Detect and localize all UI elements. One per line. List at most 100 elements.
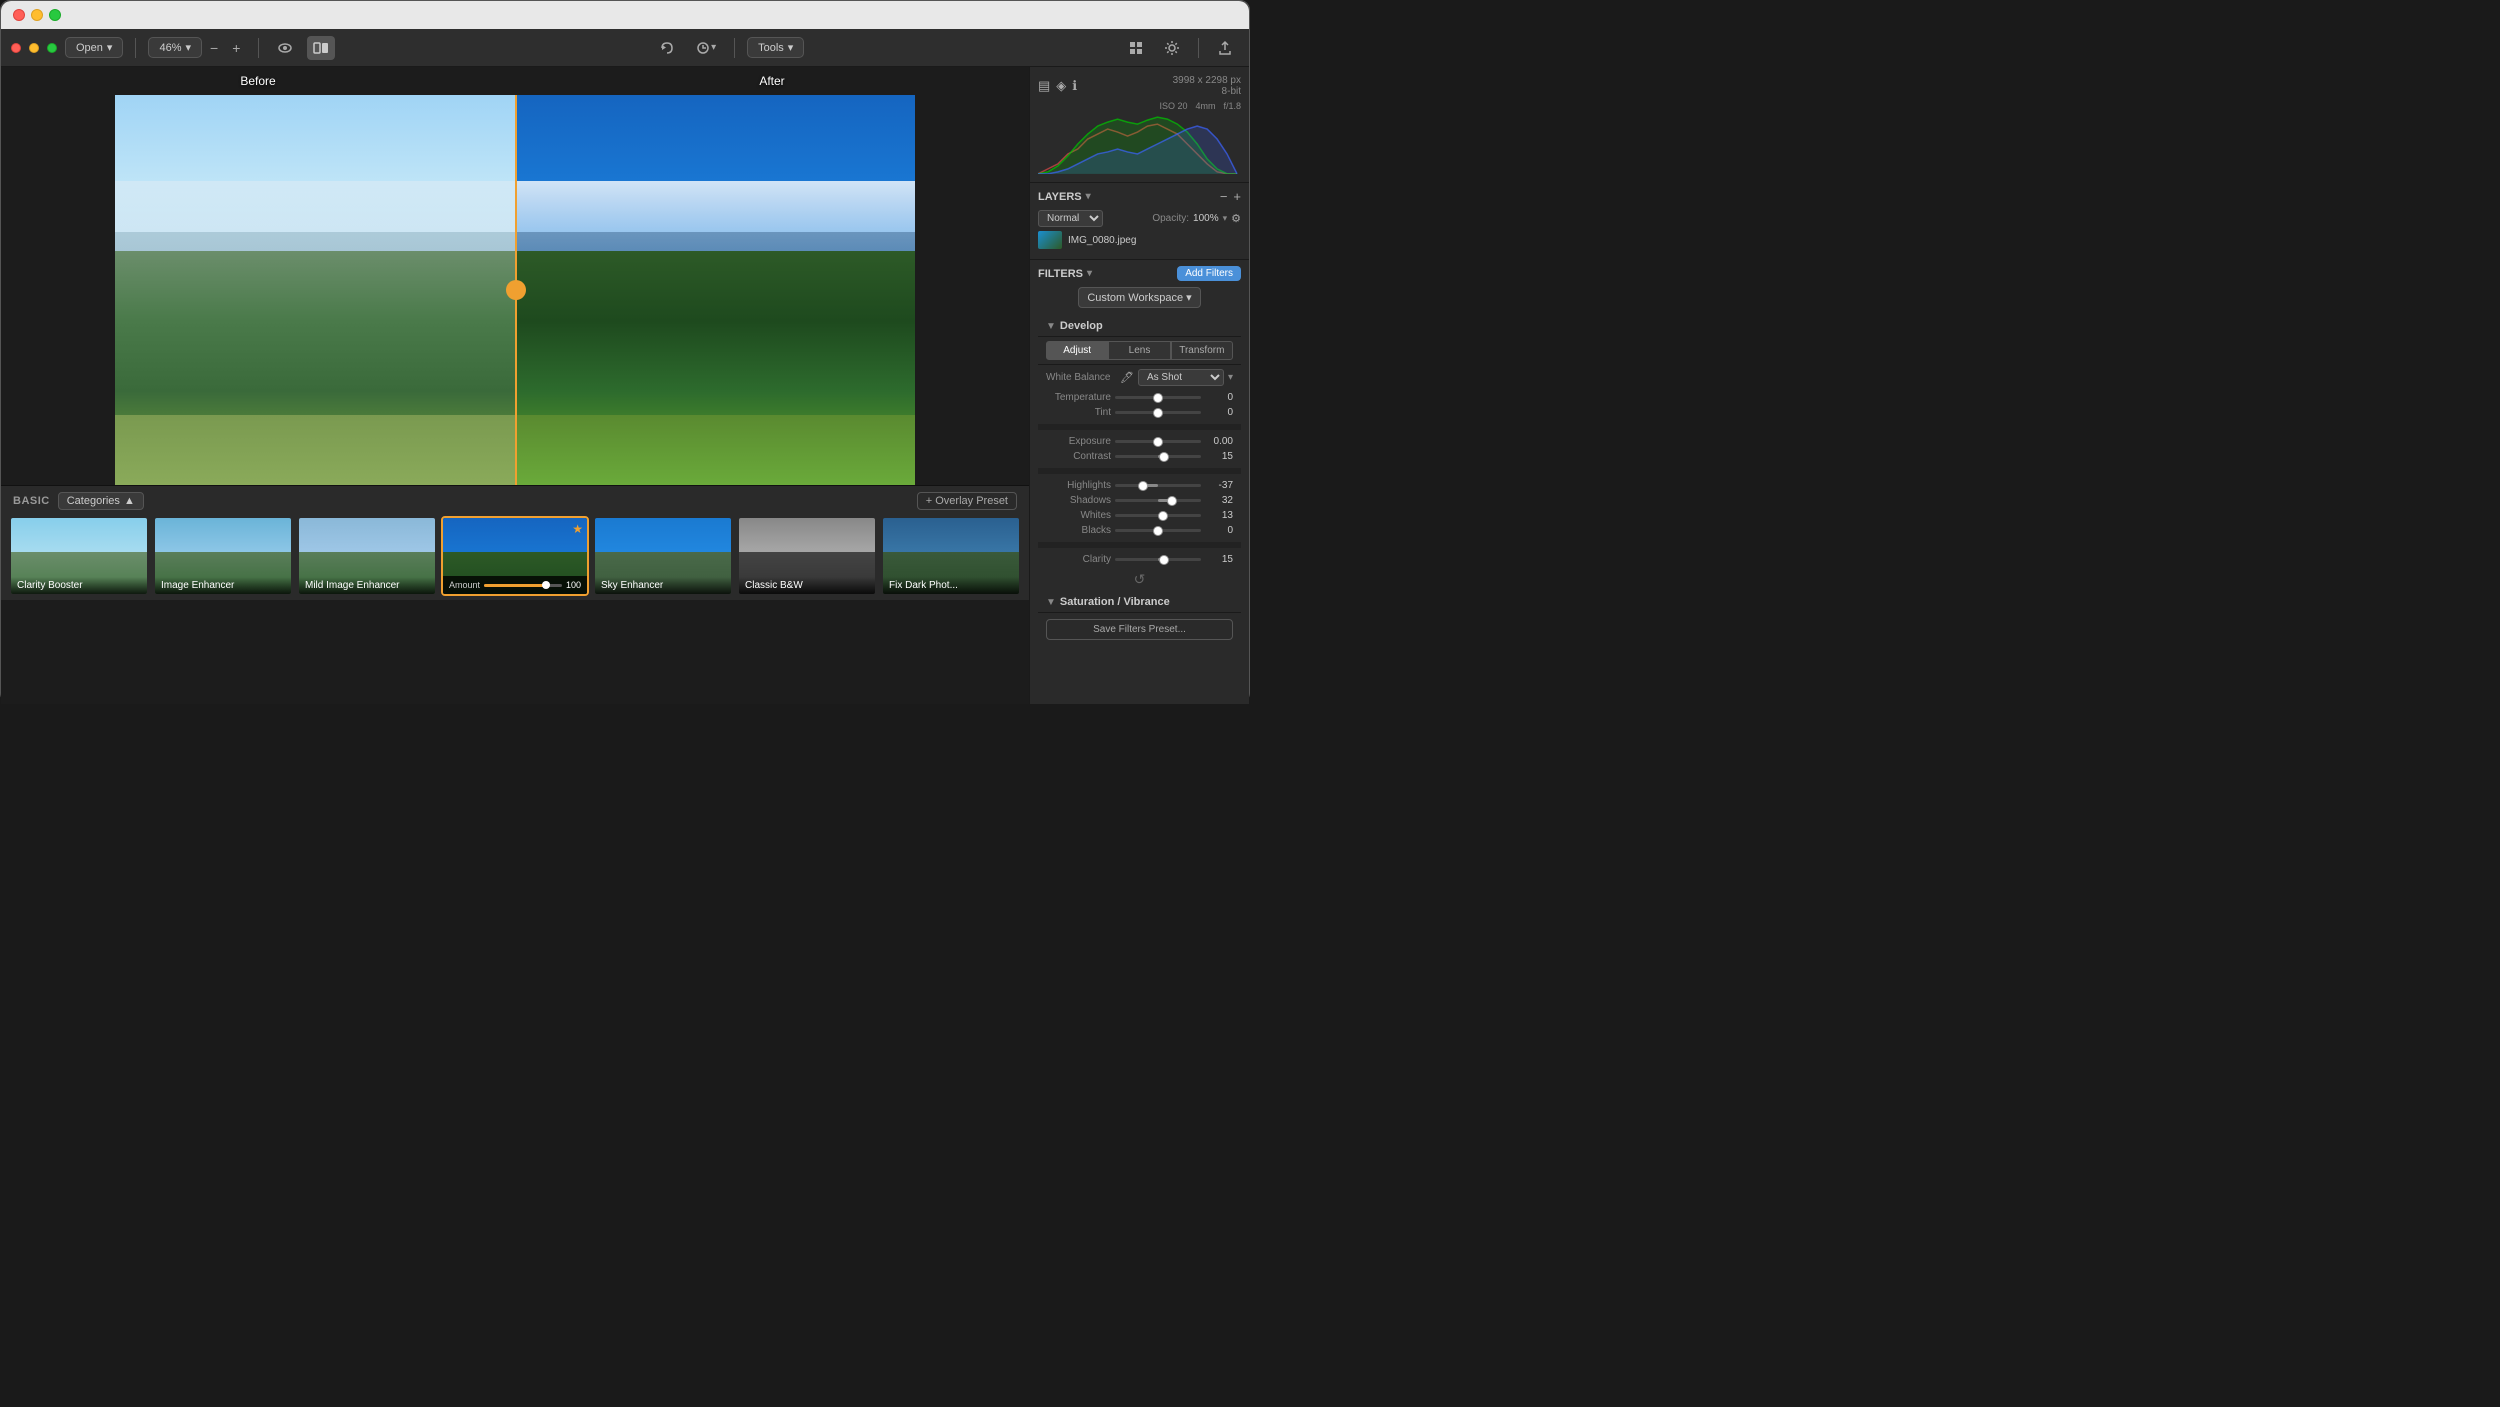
- image-meta: 3998 x 2298 px 8-bit: [1173, 75, 1241, 97]
- contrast-slider[interactable]: [1115, 455, 1201, 458]
- clarity-thumb[interactable]: [1159, 555, 1169, 565]
- compare-button[interactable]: [307, 36, 335, 60]
- toolbar-close-icon[interactable]: [11, 43, 21, 53]
- open-chevron-icon: ▾: [107, 41, 113, 54]
- save-preset-button[interactable]: Save Filters Preset...: [1046, 619, 1233, 640]
- add-layer-button[interactable]: +: [1233, 189, 1241, 204]
- zoom-chevron-icon: ▾: [185, 41, 191, 54]
- history-button[interactable]: ▾: [689, 36, 722, 60]
- histogram-color-icon[interactable]: ◈: [1056, 78, 1066, 94]
- presets-bar: BASIC Categories ▲ + Overlay Preset Clar…: [1, 485, 1029, 600]
- whites-row: Whites 13: [1038, 508, 1241, 523]
- highlights-thumb[interactable]: [1138, 481, 1148, 491]
- preset-mild-enhancer[interactable]: Mild Image Enhancer: [297, 516, 437, 596]
- categories-button[interactable]: Categories ▲: [58, 492, 144, 510]
- blend-mode-select[interactable]: Normal Multiply Screen Overlay: [1038, 210, 1103, 227]
- exposure-thumb[interactable]: [1153, 437, 1163, 447]
- split-handle[interactable]: [506, 280, 526, 300]
- blacks-thumb[interactable]: [1153, 526, 1163, 536]
- contrast-thumb[interactable]: [1159, 452, 1169, 462]
- preset-vivid[interactable]: Amount 100 ★: [441, 516, 589, 596]
- zoom-display[interactable]: 46% ▾: [148, 37, 202, 58]
- preset-bw[interactable]: Classic B&W: [737, 516, 877, 596]
- split-divider[interactable]: [515, 95, 517, 485]
- develop-header[interactable]: ▼ Develop: [1038, 316, 1241, 337]
- tint-thumb[interactable]: [1153, 408, 1163, 418]
- filters-section[interactable]: FILTERS ▾ Add Filters Custom Workspace ▾…: [1030, 260, 1249, 704]
- filters-title-text: FILTERS: [1038, 268, 1083, 280]
- presets-header: BASIC Categories ▲ + Overlay Preset: [1, 486, 1029, 516]
- minimize-layers-button[interactable]: −: [1220, 189, 1228, 204]
- eye-icon: [277, 40, 293, 56]
- layers-controls: − +: [1220, 189, 1241, 204]
- open-button[interactable]: Open ▾: [65, 37, 123, 58]
- saturation-title: Saturation / Vibrance: [1060, 596, 1170, 608]
- saturation-header[interactable]: ▼ Saturation / Vibrance: [1038, 592, 1241, 612]
- tab-transform[interactable]: Transform: [1171, 341, 1233, 360]
- clarity-slider[interactable]: [1115, 558, 1201, 561]
- histogram-canvas: [1038, 114, 1241, 174]
- preset-label-2: Image Enhancer: [155, 577, 291, 594]
- layers-header: LAYERS ▾ − +: [1038, 189, 1241, 204]
- zoom-decrease-button[interactable]: −: [204, 36, 224, 60]
- layer-settings-button[interactable]: ⚙: [1231, 212, 1241, 225]
- amount-fill: [484, 584, 546, 587]
- tab-lens[interactable]: Lens: [1108, 341, 1170, 360]
- whites-slider[interactable]: [1115, 514, 1201, 517]
- temperature-slider[interactable]: [1115, 396, 1201, 399]
- close-button[interactable]: [13, 9, 25, 21]
- image-bit-depth: 8-bit: [1222, 86, 1241, 97]
- separator-3: [734, 38, 735, 58]
- preset-sky-enhancer[interactable]: Sky Enhancer: [593, 516, 733, 596]
- compare-icon: [313, 40, 329, 56]
- preset-fix-dark[interactable]: Fix Dark Phot...: [881, 516, 1021, 596]
- grid-view-button[interactable]: [1122, 36, 1150, 60]
- layers-title-text: LAYERS: [1038, 191, 1082, 203]
- wb-picker-icon[interactable]: 🖊: [1120, 371, 1134, 384]
- highlights-slider[interactable]: [1115, 484, 1201, 487]
- shadows-value: 32: [1205, 495, 1233, 506]
- preset-clarity-booster[interactable]: Clarity Booster: [9, 516, 149, 596]
- layer-thumbnail: [1038, 231, 1062, 249]
- filters-header: FILTERS ▾ Add Filters: [1038, 266, 1241, 281]
- histogram-type-icon[interactable]: ▤: [1038, 78, 1050, 94]
- toolbar-minimize-icon[interactable]: [29, 43, 39, 53]
- workspace-button[interactable]: Custom Workspace ▾: [1078, 287, 1200, 308]
- temperature-row: Temperature 0: [1038, 390, 1241, 405]
- image-container[interactable]: [115, 95, 915, 485]
- export-button[interactable]: [1211, 36, 1239, 60]
- preview-button[interactable]: [271, 36, 299, 60]
- divider-3: [1038, 542, 1241, 548]
- preset-image-enhancer[interactable]: Image Enhancer: [153, 516, 293, 596]
- tint-slider[interactable]: [1115, 411, 1201, 414]
- add-filters-button[interactable]: Add Filters: [1177, 266, 1241, 281]
- export-icon: [1217, 40, 1233, 56]
- toolbar: Open ▾ 46% ▾ − +: [1, 29, 1249, 67]
- zoom-increase-button[interactable]: +: [226, 36, 246, 60]
- preset-sky-5: [595, 518, 731, 556]
- toolbar-maximize-icon[interactable]: [47, 43, 57, 53]
- highlights-value: -37: [1205, 480, 1233, 491]
- wb-select[interactable]: As Shot Auto Daylight Cloudy Custom: [1138, 369, 1224, 386]
- overlay-preset-button[interactable]: + Overlay Preset: [917, 492, 1017, 510]
- undo-button[interactable]: [653, 36, 681, 60]
- tint-value: 0: [1205, 407, 1233, 418]
- maximize-button[interactable]: [49, 9, 61, 21]
- settings-button[interactable]: [1158, 36, 1186, 60]
- image-dimensions: 3998 x 2298 px: [1173, 75, 1241, 86]
- temperature-thumb[interactable]: [1153, 393, 1163, 403]
- title-bar: [1, 1, 1249, 29]
- blacks-slider[interactable]: [1115, 529, 1201, 532]
- save-preset-row: Save Filters Preset...: [1038, 612, 1241, 646]
- histogram-info-icon[interactable]: ℹ: [1072, 78, 1077, 94]
- exposure-slider[interactable]: [1115, 440, 1201, 443]
- tools-label: Tools: [758, 42, 784, 54]
- shadows-slider[interactable]: [1115, 499, 1201, 502]
- tab-adjust[interactable]: Adjust: [1046, 341, 1108, 360]
- minimize-button[interactable]: [31, 9, 43, 21]
- amount-slider[interactable]: [484, 584, 562, 587]
- shadows-thumb[interactable]: [1167, 496, 1177, 506]
- reset-icon[interactable]: ↺: [1134, 571, 1146, 588]
- tools-button[interactable]: Tools ▾: [747, 37, 804, 58]
- whites-thumb[interactable]: [1158, 511, 1168, 521]
